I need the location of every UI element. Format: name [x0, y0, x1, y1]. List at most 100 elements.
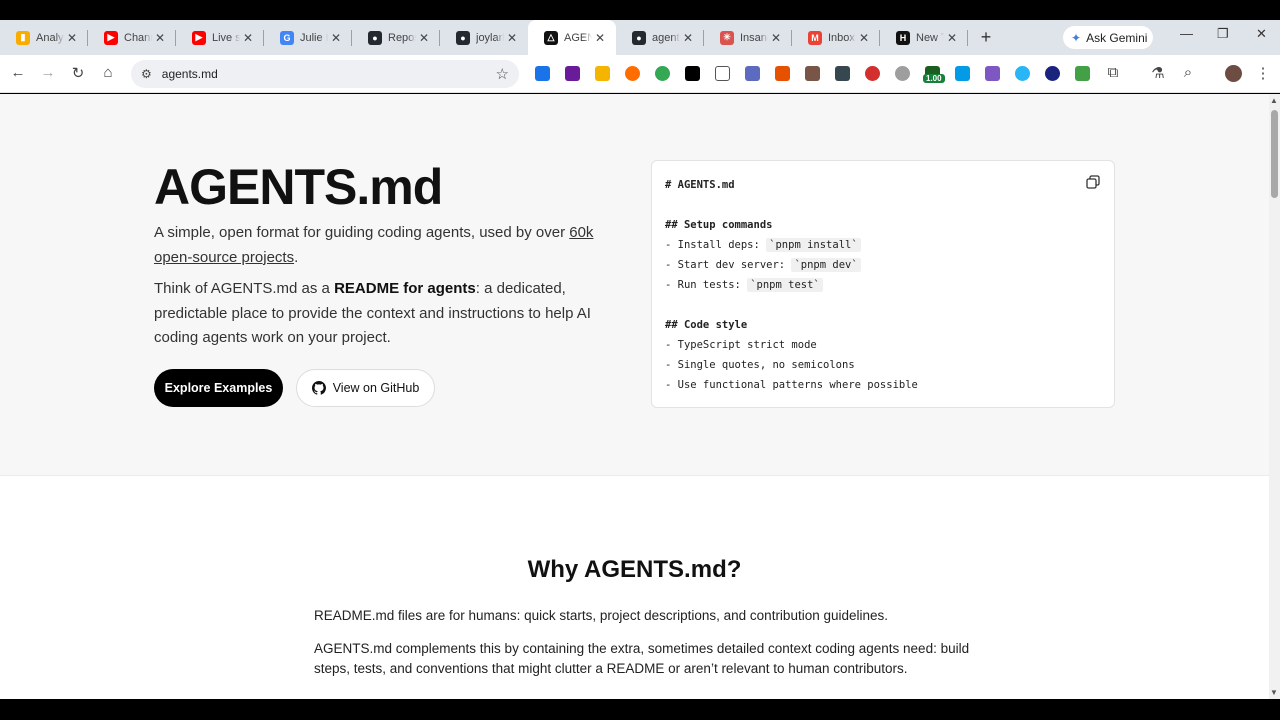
- browser-tab[interactable]: ● joylark✕: [440, 20, 528, 55]
- reload-icon[interactable]: ↻: [68, 64, 88, 82]
- tab-close-icon[interactable]: ✕: [504, 31, 520, 45]
- tab-title: Channel: [124, 31, 152, 44]
- tab-favicon-icon: M: [808, 30, 822, 45]
- tab-close-icon[interactable]: ✕: [592, 31, 608, 45]
- hero-section: AGENTS.md A simple, open format for guid…: [0, 94, 1269, 476]
- menu-kebab-icon[interactable]: ⋮: [1253, 64, 1273, 82]
- tab-close-icon[interactable]: ✕: [64, 31, 80, 45]
- tab-favicon-icon: ✳: [720, 30, 734, 45]
- close-window-icon[interactable]: ✕: [1256, 26, 1267, 42]
- browser-tab[interactable]: ✳ Insane✕: [704, 20, 792, 55]
- hero-lead-text: A simple, open format for guiding coding…: [154, 224, 570, 241]
- browser-tab[interactable]: ▮ Analytics✕: [0, 20, 88, 55]
- browser-tab[interactable]: ● Repository✕: [352, 20, 440, 55]
- tab-favicon-icon: ▮: [16, 30, 30, 45]
- address-bar[interactable]: ⚙ agents.md ☆: [131, 60, 519, 88]
- browser-tab[interactable]: ● agents✕: [616, 20, 704, 55]
- why-paragraph-1: README.md files are for humans: quick st…: [314, 608, 889, 623]
- code-setup-heading: ## Setup commands: [665, 219, 773, 231]
- hero-description: Think of AGENTS.md as a README for agent…: [154, 277, 604, 351]
- extension-icon[interactable]: [955, 66, 970, 81]
- agents-md-code-sample: # AGENTS.md ## Setup commands - Install …: [651, 160, 1115, 408]
- bookmark-star-icon[interactable]: ☆: [496, 65, 509, 83]
- tab-title: AGENTS.md: [564, 31, 592, 44]
- github-icon: [311, 381, 326, 395]
- browser-toolbar: ← → ↻ ⌂ ⚙ agents.md ☆ ⧉ ⚗ ⌕ ⋮: [0, 55, 1280, 93]
- tab-close-icon[interactable]: ✕: [680, 31, 696, 45]
- extension-icon[interactable]: [1045, 66, 1060, 81]
- avatar[interactable]: [1225, 65, 1242, 82]
- copy-icon[interactable]: [1086, 175, 1100, 189]
- browser-tab[interactable]: G Julie ID✕: [264, 20, 352, 55]
- extensions-puzzle-icon[interactable]: ⧉: [1103, 64, 1123, 81]
- extension-icon[interactable]: [1075, 66, 1090, 81]
- code-item-text: - Run tests:: [665, 279, 748, 291]
- ask-gemini-button[interactable]: ✦ Ask Gemini: [1063, 26, 1153, 49]
- bookmark-extension-icon[interactable]: [715, 66, 730, 81]
- scroll-down-icon[interactable]: ▼: [1270, 688, 1278, 697]
- hero-desc-text: Think of AGENTS.md as a: [154, 280, 335, 297]
- extension-icon[interactable]: [625, 66, 640, 81]
- tab-title: agents: [652, 31, 680, 44]
- tab-close-icon[interactable]: ✕: [328, 31, 344, 45]
- scrollbar-thumb[interactable]: [1271, 110, 1278, 198]
- back-icon[interactable]: ←: [8, 64, 28, 81]
- hero-lead-end: .: [294, 249, 299, 266]
- tab-close-icon[interactable]: ✕: [416, 31, 432, 45]
- browser-tab[interactable]: ▶ Live stream✕: [176, 20, 264, 55]
- tab-separator: [967, 30, 968, 46]
- explore-examples-button[interactable]: Explore Examples: [154, 369, 283, 407]
- browser-tab[interactable]: ▶ Channel✕: [88, 20, 176, 55]
- tab-close-icon[interactable]: ✕: [944, 31, 960, 45]
- page-scrollbar[interactable]: ▲ ▼: [1269, 94, 1280, 699]
- browser-tab[interactable]: M Inbox ✕: [792, 20, 880, 55]
- tools-extension-icon[interactable]: [805, 66, 820, 81]
- minimize-icon[interactable]: —: [1180, 26, 1193, 41]
- code-style-item: - Use functional patterns where possible: [665, 379, 918, 391]
- inline-code: `pnpm dev`: [791, 258, 861, 272]
- home-icon[interactable]: ⌂: [98, 64, 118, 81]
- hero-desc-bold: README for agents: [334, 280, 476, 297]
- shield-extension-icon[interactable]: [865, 66, 880, 81]
- new-tab-icon[interactable]: +: [972, 27, 1000, 48]
- code-heading: # AGENTS.md: [665, 179, 735, 191]
- restore-icon[interactable]: ❐: [1217, 26, 1229, 42]
- tab-close-icon[interactable]: ✕: [768, 31, 784, 45]
- extension-icon[interactable]: [985, 66, 1000, 81]
- extension-icon[interactable]: [835, 66, 850, 81]
- forward-icon[interactable]: →: [38, 64, 58, 81]
- scroll-up-icon[interactable]: ▲: [1270, 96, 1278, 105]
- view-on-github-label: View on GitHub: [332, 381, 420, 395]
- extension-icon[interactable]: [775, 66, 790, 81]
- extension-icon[interactable]: [745, 66, 760, 81]
- tab-close-icon[interactable]: ✕: [240, 31, 256, 45]
- tab-favicon-icon: ●: [368, 30, 382, 45]
- hero-lead: A simple, open format for guiding coding…: [154, 220, 594, 270]
- tab-close-icon[interactable]: ✕: [856, 31, 872, 45]
- tab-close-icon[interactable]: ✕: [152, 31, 168, 45]
- labs-icon[interactable]: ⚗: [1148, 64, 1168, 82]
- extension-icon[interactable]: [895, 66, 910, 81]
- why-paragraph-2: AGENTS.md complements this by containing…: [314, 641, 970, 676]
- extension-icon[interactable]: [655, 66, 670, 81]
- extension-icon[interactable]: [535, 66, 550, 81]
- tab-favicon-icon: H: [896, 30, 910, 45]
- code-style-item: - Single quotes, no semicolons: [665, 359, 855, 371]
- why-section-title: Why AGENTS.md?: [527, 556, 742, 583]
- browser-tab[interactable]: H New Tab✕: [880, 20, 968, 55]
- extension-badge: 1.00: [923, 74, 945, 83]
- tab-search-icon[interactable]: ⌕: [1178, 64, 1198, 81]
- extension-icon[interactable]: [1015, 66, 1030, 81]
- extension-icon[interactable]: [685, 66, 700, 81]
- tab-favicon-icon: ●: [456, 30, 470, 45]
- inline-code: `pnpm test`: [747, 278, 823, 292]
- browser-tab[interactable]: △ AGENTS.md✕: [528, 20, 616, 55]
- extension-icon[interactable]: [595, 66, 610, 81]
- extension-icon[interactable]: [565, 66, 580, 81]
- url-text[interactable]: agents.md: [162, 67, 496, 81]
- site-info-icon[interactable]: ⚙: [141, 67, 152, 81]
- view-on-github-button[interactable]: View on GitHub: [296, 369, 435, 407]
- ask-gemini-label: Ask Gemini: [1086, 30, 1148, 45]
- tab-title: Analytics: [36, 31, 64, 44]
